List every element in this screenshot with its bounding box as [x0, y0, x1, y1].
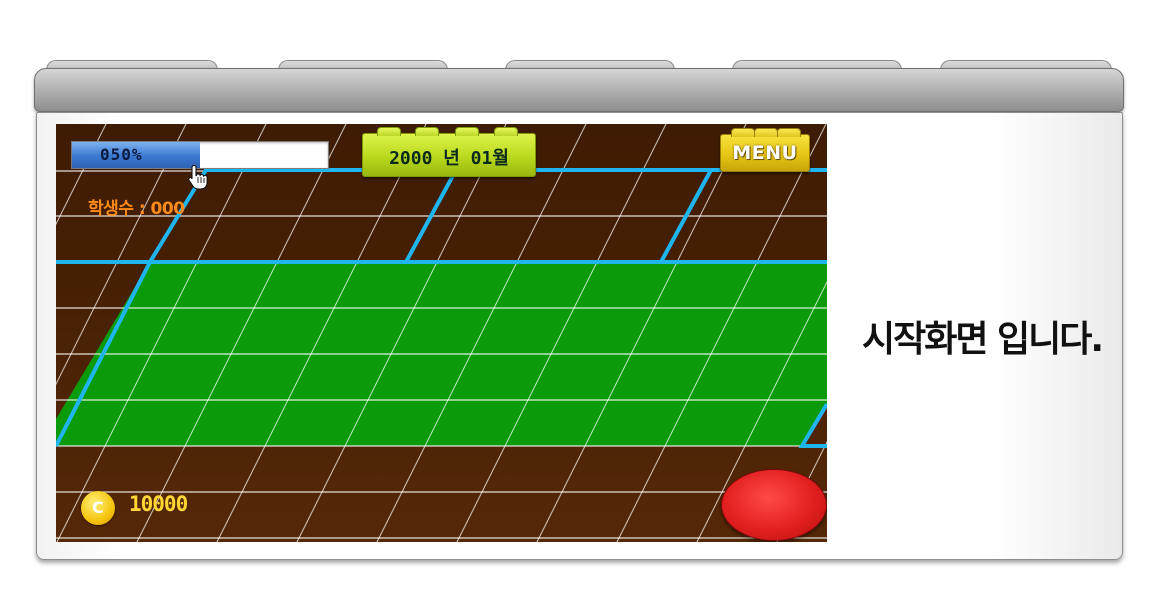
- progress-label: 050%: [100, 145, 143, 164]
- hand-pointer-icon: [188, 164, 208, 190]
- date-text: 2000 년 01월: [389, 148, 509, 169]
- start-screen-caption: 시작화면 입니다.: [862, 319, 1104, 360]
- lego-stud: [731, 128, 755, 137]
- coin-icon: C: [81, 491, 115, 525]
- lego-stud: [494, 127, 518, 136]
- lego-stud: [377, 127, 401, 136]
- red-action-button[interactable]: [721, 469, 827, 541]
- lego-stud: [415, 127, 439, 136]
- student-count: 학생수 : 000: [88, 199, 185, 219]
- menu-label: MENU: [732, 142, 798, 164]
- lego-stud: [754, 128, 778, 137]
- header-bar: [34, 68, 1124, 112]
- coin-count: 10000: [129, 492, 188, 516]
- game-board[interactable]: [56, 124, 827, 542]
- date-display: 2000 년 01월: [362, 127, 536, 177]
- menu-button[interactable]: MENU: [720, 128, 810, 172]
- lego-stud: [777, 128, 801, 137]
- lego-stud: [455, 127, 479, 136]
- game-screen[interactable]: 050% 학생수 : 000 2000 년 01월 MENU C 10000: [56, 124, 827, 542]
- coin-symbol: C: [92, 498, 104, 517]
